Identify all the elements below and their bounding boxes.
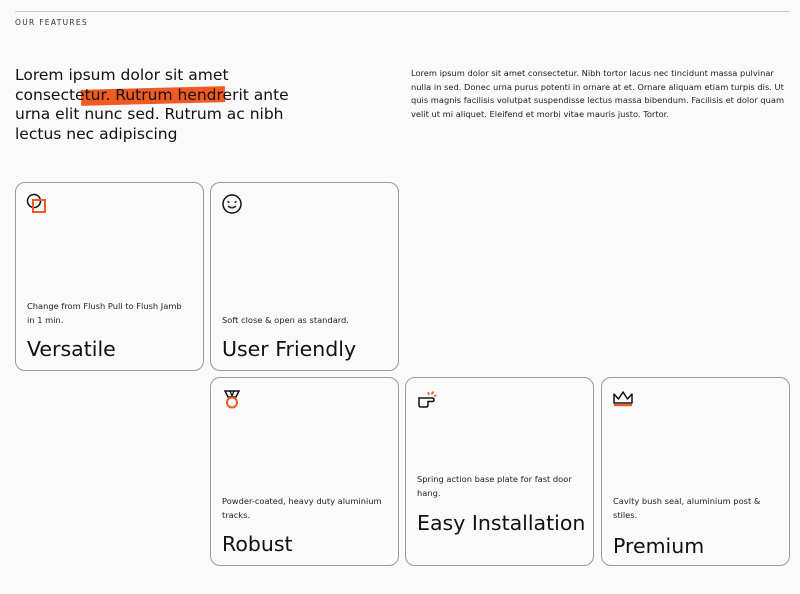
feature-desc: Powder-coated, heavy duty aluminium trac… — [222, 496, 382, 520]
feature-title: User Friendly — [222, 337, 357, 361]
feature-card-user-friendly: Soft close & open as standard. User Frie… — [210, 182, 399, 371]
pointing-hand-icon — [418, 391, 437, 408]
flush-switch-icon — [26, 193, 46, 213]
feature-desc: Cavity bush seal, aluminium post & stile… — [613, 496, 761, 520]
section-headline: Lorem ipsum dolor sit amet consectetur. … — [15, 66, 315, 144]
feature-title: Easy Installation — [417, 511, 586, 535]
feature-card-robust: Powder-coated, heavy duty aluminium trac… — [210, 377, 399, 566]
medal-icon — [223, 390, 241, 409]
headline-highlight: tur. Rutrum hendr — [84, 85, 223, 104]
feature-card-easy-installation: Spring action base plate for fast door h… — [405, 377, 594, 566]
feature-title: Robust — [222, 532, 293, 556]
feature-desc: Change from Flush Pull to Flush Jamb in … — [27, 301, 182, 325]
feature-desc: Soft close & open as standard. — [222, 315, 349, 325]
intro-paragraph: Lorem ipsum dolor sit amet consectetur. … — [411, 68, 785, 119]
feature-card-premium: Cavity bush seal, aluminium post & stile… — [601, 377, 790, 566]
section-eyebrow: OUR FEATURES — [15, 18, 88, 27]
feature-desc: Spring action base plate for fast door h… — [417, 474, 572, 498]
feature-title: Premium — [613, 534, 705, 558]
top-divider — [15, 11, 790, 12]
features-page: OUR FEATURES Lorem ipsum dolor sit amet … — [0, 0, 800, 594]
smile-face-icon — [222, 194, 242, 214]
crown-icon — [613, 391, 633, 407]
feature-title: Versatile — [27, 337, 116, 361]
feature-card-versatile: Change from Flush Pull to Flush Jamb in … — [15, 182, 204, 371]
